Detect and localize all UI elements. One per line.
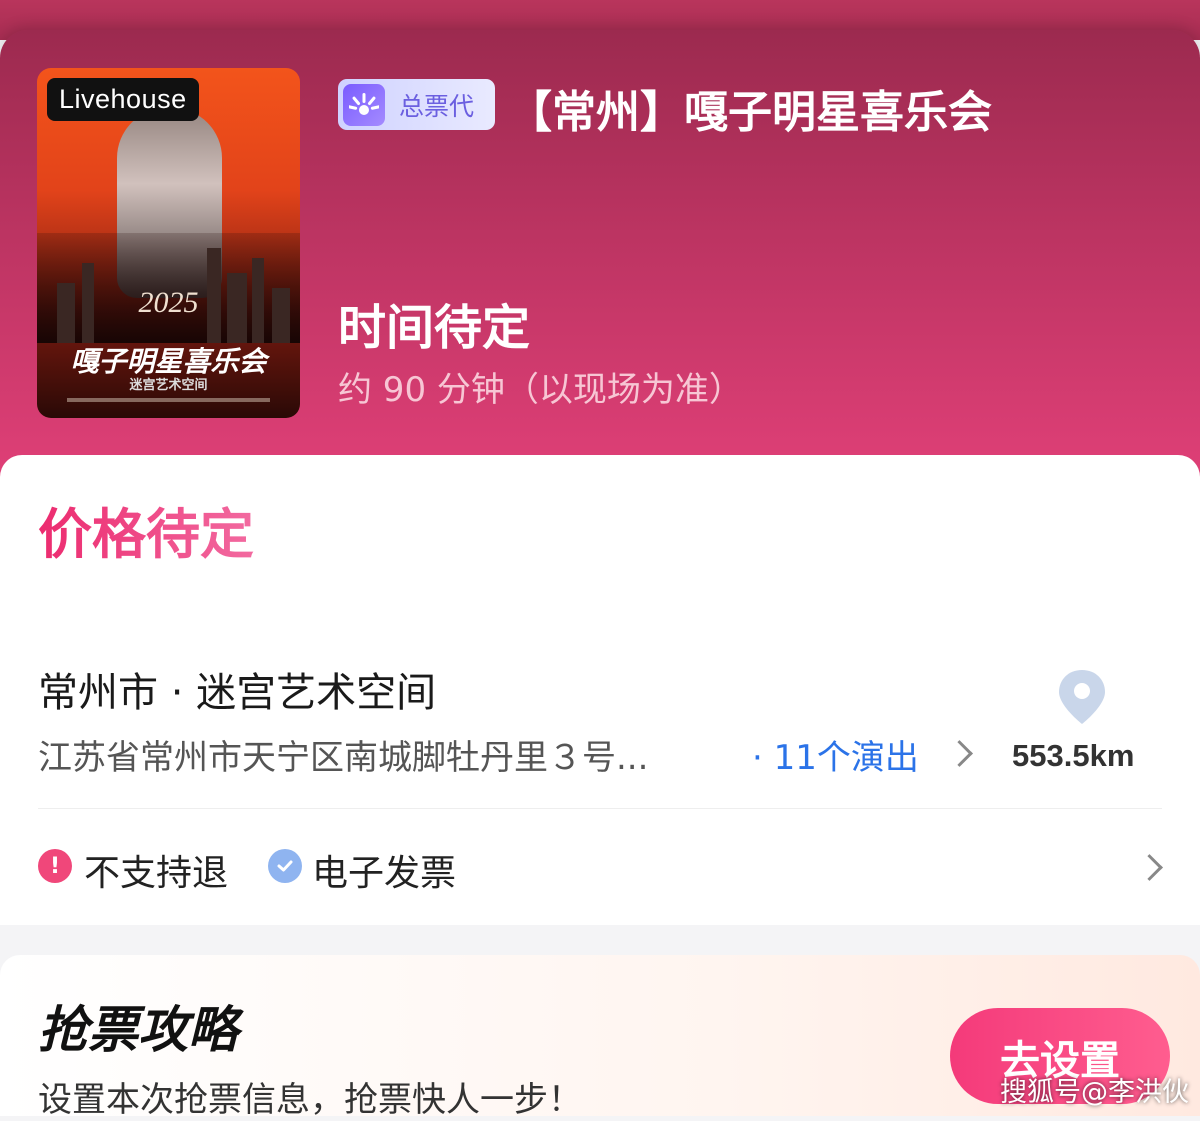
- map-pin-icon[interactable]: [1056, 668, 1108, 726]
- poster-subtitle: 迷宫艺术空间: [129, 378, 208, 393]
- poster-year: 2025: [138, 286, 199, 319]
- no-refund-label: 不支持退: [84, 853, 229, 894]
- venue-shows-link[interactable]: · 11个演出: [752, 730, 919, 779]
- venue-address[interactable]: 江苏省常州市天宁区南城脚牡丹里３号...: [38, 730, 648, 779]
- agent-badge-label: 总票代: [399, 91, 475, 121]
- watermark: 搜狐号@李洪伙: [1000, 1077, 1189, 1108]
- poster-fine-print: [67, 398, 270, 402]
- event-title: 【常州】嘎子明星喜乐会: [508, 87, 992, 138]
- warning-icon: !: [38, 849, 72, 883]
- agent-logo-icon: [343, 83, 385, 126]
- event-time-status: 时间待定: [338, 300, 531, 356]
- agent-badge: 总票代: [338, 79, 495, 130]
- venue-distance: 553.5km: [1012, 738, 1135, 773]
- event-duration: 约 90 分钟（以现场为准）: [338, 370, 743, 410]
- event-poster[interactable]: Livehouse 2025 嘎子明星喜乐会 迷宫艺术空间: [37, 68, 300, 418]
- e-invoice-label: 电子发票: [312, 853, 457, 894]
- livehouse-badge: Livehouse: [47, 78, 199, 121]
- venue-name[interactable]: 常州市 · 迷宫艺术空间: [38, 660, 436, 718]
- section-divider: [38, 808, 1162, 809]
- price-status: 价格待定: [38, 490, 254, 569]
- check-badge-icon: [268, 849, 302, 883]
- ticket-strategy-title: 抢票攻略: [38, 1001, 238, 1059]
- ticket-strategy-subtitle: 设置本次抢票信息，抢票快人一步！: [38, 1080, 582, 1120]
